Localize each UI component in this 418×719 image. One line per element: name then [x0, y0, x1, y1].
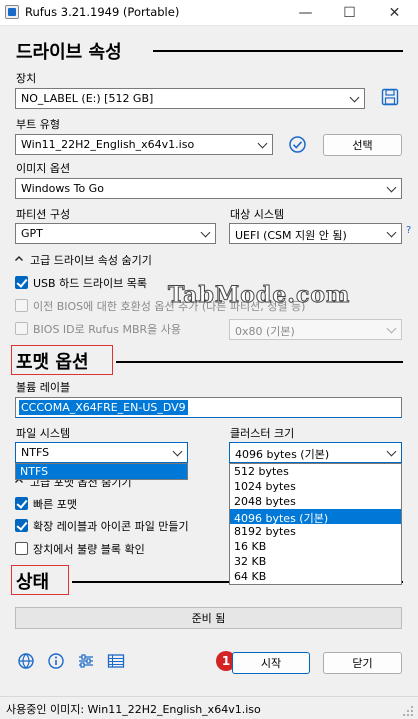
resize-grip-icon[interactable] [402, 705, 414, 717]
chevron-down-icon [386, 446, 397, 457]
cluster-size-select[interactable]: 4096 bytes (기본) [229, 442, 402, 463]
device-select[interactable]: NO_LABEL (E:) [512 GB] [15, 88, 365, 109]
chevron-down-icon [200, 227, 211, 238]
progress-bar: 준비 됨 [15, 607, 402, 629]
bios-compat-checkbox[interactable] [15, 299, 28, 312]
start-button[interactable]: 시작 [232, 652, 310, 674]
chevron-down-icon [386, 227, 397, 238]
cluster-size-dropdown-list: 512 bytes 1024 bytes 2048 bytes 4096 bytes … [229, 463, 402, 585]
image-option-label: 이미지 옵션 [16, 162, 71, 175]
target-system-select[interactable]: UEFI (CSM 지원 안 됨) [229, 223, 402, 244]
log-table-icon[interactable] [107, 652, 125, 670]
image-option-select[interactable]: Windows To Go [15, 178, 402, 199]
info-icon[interactable] [47, 652, 65, 670]
chevron-down-icon [386, 323, 397, 334]
globe-language-icon[interactable] [17, 652, 35, 670]
chevron-down-icon [172, 446, 183, 457]
cluster-size-option[interactable]: 16 KB [230, 539, 401, 554]
device-label: 장치 [16, 72, 37, 85]
cluster-size-label: 클러스터 크기 [230, 427, 295, 440]
checkmark-verify-icon[interactable] [288, 135, 307, 154]
partition-scheme-select[interactable]: GPT [15, 223, 216, 244]
help-link[interactable]: ? [406, 225, 411, 236]
extended-label-checkbox[interactable] [15, 519, 28, 532]
advanced-drive-toggle[interactable]: 고급 드라이브 속성 숨기기 [30, 252, 152, 268]
maximize-button[interactable]: ☐ [327, 0, 372, 26]
progress-text: 준비 됨 [191, 612, 226, 625]
boot-type-select[interactable]: Win11_22H2_English_x64v1.iso [15, 134, 273, 155]
bad-blocks-label: 장치에서 불량 블록 확인 [33, 543, 145, 556]
window-title: Rufus 3.21.1949 (Portable) [25, 5, 180, 19]
collapse-chevron-icon[interactable] [14, 254, 24, 264]
cluster-size-option[interactable]: 2048 bytes [230, 494, 401, 509]
cluster-size-option[interactable]: 4096 bytes (기본) [230, 509, 401, 525]
volume-label-label: 볼륨 레이블 [16, 381, 71, 394]
close-window-button[interactable]: ✕ [372, 0, 417, 26]
volume-label-input[interactable]: CCCOMA_X64FRE_EN-US_DV9 [15, 397, 402, 418]
bios-id-select[interactable]: 0x80 (기본) [229, 319, 402, 340]
cluster-size-option[interactable]: 1024 bytes [230, 479, 401, 494]
watermark: TabMode.com [167, 282, 351, 309]
quick-format-label: 빠른 포맷 [33, 498, 77, 511]
chevron-down-icon [386, 182, 397, 193]
cluster-size-option[interactable]: 512 bytes [230, 464, 401, 479]
bios-id-checkbox[interactable] [15, 322, 28, 335]
cluster-size-option[interactable]: 64 KB [230, 569, 401, 584]
rufus-app-icon [5, 5, 19, 19]
file-system-label: 파일 시스템 [16, 427, 71, 440]
target-system-label: 대상 시스템 [230, 208, 285, 221]
partition-scheme-label: 파티션 구성 [16, 208, 71, 221]
bios-id-label: BIOS ID로 Rufus MBR을 사용 [33, 323, 181, 336]
chevron-down-icon [349, 92, 360, 103]
bad-blocks-checkbox[interactable] [15, 542, 28, 555]
chevron-down-icon [257, 138, 268, 149]
status-bar-text: 사용중인 이미지: Win11_22H2_English_x64v1.iso [6, 703, 261, 716]
save-icon[interactable] [381, 88, 399, 106]
section-divider [153, 50, 403, 52]
format-options-heading: 포맷 옵션 [16, 352, 89, 373]
file-system-dropdown-list: NTFS [15, 463, 188, 480]
extended-label-label: 확장 레이블과 아이콘 파일 만들기 [33, 520, 189, 533]
select-image-button[interactable]: 선택 [323, 134, 402, 156]
cluster-size-option[interactable]: 32 KB [230, 554, 401, 569]
file-system-select[interactable]: NTFS [15, 442, 188, 463]
volume-label-value: CCCOMA_X64FRE_EN-US_DV9 [19, 400, 188, 415]
file-system-option[interactable]: NTFS [16, 464, 187, 479]
cluster-size-option[interactable]: 8192 bytes [230, 524, 401, 539]
minimize-button[interactable]: — [283, 0, 328, 26]
close-button[interactable]: 닫기 [323, 652, 402, 674]
drive-properties-heading: 드라이브 속성 [16, 42, 122, 63]
quick-format-checkbox[interactable] [15, 497, 28, 510]
settings-sliders-icon[interactable] [77, 652, 95, 670]
status-heading: 상태 [16, 572, 50, 593]
usb-hdd-checkbox[interactable] [15, 276, 28, 289]
boot-type-label: 부트 유형 [16, 118, 60, 131]
section-divider [116, 361, 403, 363]
usb-hdd-label: USB 하드 드라이브 목록 [33, 277, 148, 290]
